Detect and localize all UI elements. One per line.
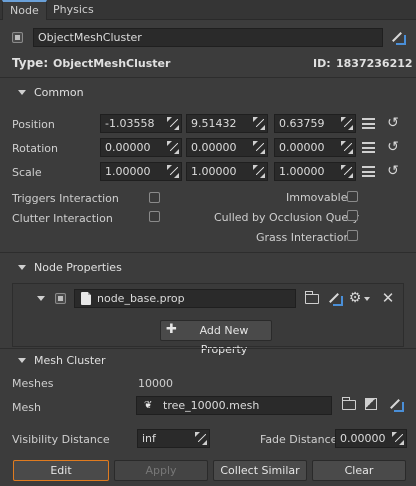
rotation-z-field[interactable]: 0.00000 xyxy=(274,138,356,157)
view-mesh-icon[interactable] xyxy=(365,398,377,410)
node-name-input[interactable]: ObjectMeshCluster xyxy=(33,28,383,47)
rotation-menu-icon[interactable] xyxy=(362,142,375,153)
file-icon xyxy=(81,292,91,305)
position-z-field[interactable]: 0.63759 xyxy=(274,114,356,133)
type-value: ObjectMeshCluster xyxy=(53,57,171,70)
position-y-field[interactable]: 9.51432 xyxy=(186,114,268,133)
mesh-label: Mesh xyxy=(12,401,41,414)
node-properties-section-header[interactable]: Node Properties xyxy=(18,257,122,279)
mesh-cluster-section-header[interactable]: Mesh Cluster xyxy=(18,350,106,372)
close-icon[interactable]: ✕ xyxy=(380,290,396,306)
apply-button[interactable]: Apply xyxy=(114,460,208,481)
folder-icon[interactable] xyxy=(342,397,356,410)
type-label: Type: xyxy=(12,56,49,70)
scale-x-field[interactable]: 1.00000 xyxy=(100,162,182,181)
collect-similar-button[interactable]: Collect Similar xyxy=(213,460,307,481)
edit-name-icon[interactable] xyxy=(390,29,406,45)
rotation-label: Rotation xyxy=(12,142,59,155)
visibility-distance-label: Visibility Distance xyxy=(12,433,110,446)
immovable-label: Immovable xyxy=(286,191,348,204)
chevron-down-icon xyxy=(18,358,26,363)
triggers-interaction-label: Triggers Interaction xyxy=(12,192,119,205)
edit-property-icon[interactable] xyxy=(327,290,343,306)
id-value: 1837236212 xyxy=(336,57,413,70)
rotation-x-field[interactable]: 0.00000 xyxy=(100,138,182,157)
culled-occlusion-checkbox[interactable] xyxy=(347,210,358,221)
divider xyxy=(0,348,416,349)
scale-label: Scale xyxy=(12,166,42,179)
scale-reset-icon[interactable]: ↺ xyxy=(385,163,401,179)
meshes-count: 10000 xyxy=(138,377,173,390)
gear-icon[interactable]: ⚙ xyxy=(347,290,363,306)
divider xyxy=(0,252,416,253)
tab-physics[interactable]: Physics xyxy=(46,0,101,20)
scale-menu-icon[interactable] xyxy=(362,166,375,177)
edit-mesh-icon[interactable] xyxy=(388,396,404,412)
position-menu-icon[interactable] xyxy=(362,118,375,129)
culled-occlusion-label: Culled by Occlusion Query xyxy=(214,211,360,224)
rotation-reset-icon[interactable]: ↺ xyxy=(385,139,401,155)
id-label: ID: xyxy=(313,57,331,70)
edit-button[interactable]: Edit xyxy=(13,460,109,481)
mesh-file-icon: ❦ xyxy=(144,400,153,411)
triggers-interaction-checkbox[interactable] xyxy=(149,192,160,203)
property-enabled-checkbox[interactable] xyxy=(55,293,66,304)
position-x-field[interactable]: -1.03558 xyxy=(100,114,182,133)
position-reset-icon[interactable]: ↺ xyxy=(385,115,401,131)
scale-z-field[interactable]: 1.00000 xyxy=(274,162,356,181)
chevron-down-icon xyxy=(18,265,26,270)
mesh-file-field[interactable]: ❦ tree_10000.mesh xyxy=(136,396,332,415)
position-label: Position xyxy=(12,118,55,131)
mesh-cluster-title: Mesh Cluster xyxy=(34,354,106,367)
common-title: Common xyxy=(34,86,84,99)
property-file-field[interactable]: node_base.prop xyxy=(74,289,296,308)
divider xyxy=(0,77,416,78)
chevron-down-icon xyxy=(18,90,26,95)
immovable-checkbox[interactable] xyxy=(347,191,358,202)
clutter-interaction-checkbox[interactable] xyxy=(149,211,160,222)
rotation-y-field[interactable]: 0.00000 xyxy=(186,138,268,157)
folder-icon[interactable] xyxy=(305,291,319,304)
clear-button[interactable]: Clear xyxy=(312,460,406,481)
clutter-interaction-label: Clutter Interaction xyxy=(12,212,113,225)
chevron-down-icon[interactable] xyxy=(364,297,370,301)
tab-node[interactable]: Node xyxy=(2,0,47,20)
meshes-label: Meshes xyxy=(12,377,54,390)
add-new-property-button[interactable]: ✚ Add New Property xyxy=(160,320,272,356)
node-enabled-checkbox[interactable] xyxy=(12,32,23,43)
scale-y-field[interactable]: 1.00000 xyxy=(186,162,268,181)
node-properties-title: Node Properties xyxy=(34,261,122,274)
fade-distance-label: Fade Distance xyxy=(260,433,338,446)
chevron-down-icon[interactable] xyxy=(37,296,45,301)
grass-interaction-label: Grass Interaction xyxy=(256,231,351,244)
common-section-header[interactable]: Common xyxy=(18,82,84,104)
plus-icon: ✚ xyxy=(166,322,177,337)
visibility-distance-field[interactable]: inf xyxy=(137,429,210,448)
grass-interaction-checkbox[interactable] xyxy=(347,230,358,241)
fade-distance-field[interactable]: 0.00000 xyxy=(335,429,407,448)
